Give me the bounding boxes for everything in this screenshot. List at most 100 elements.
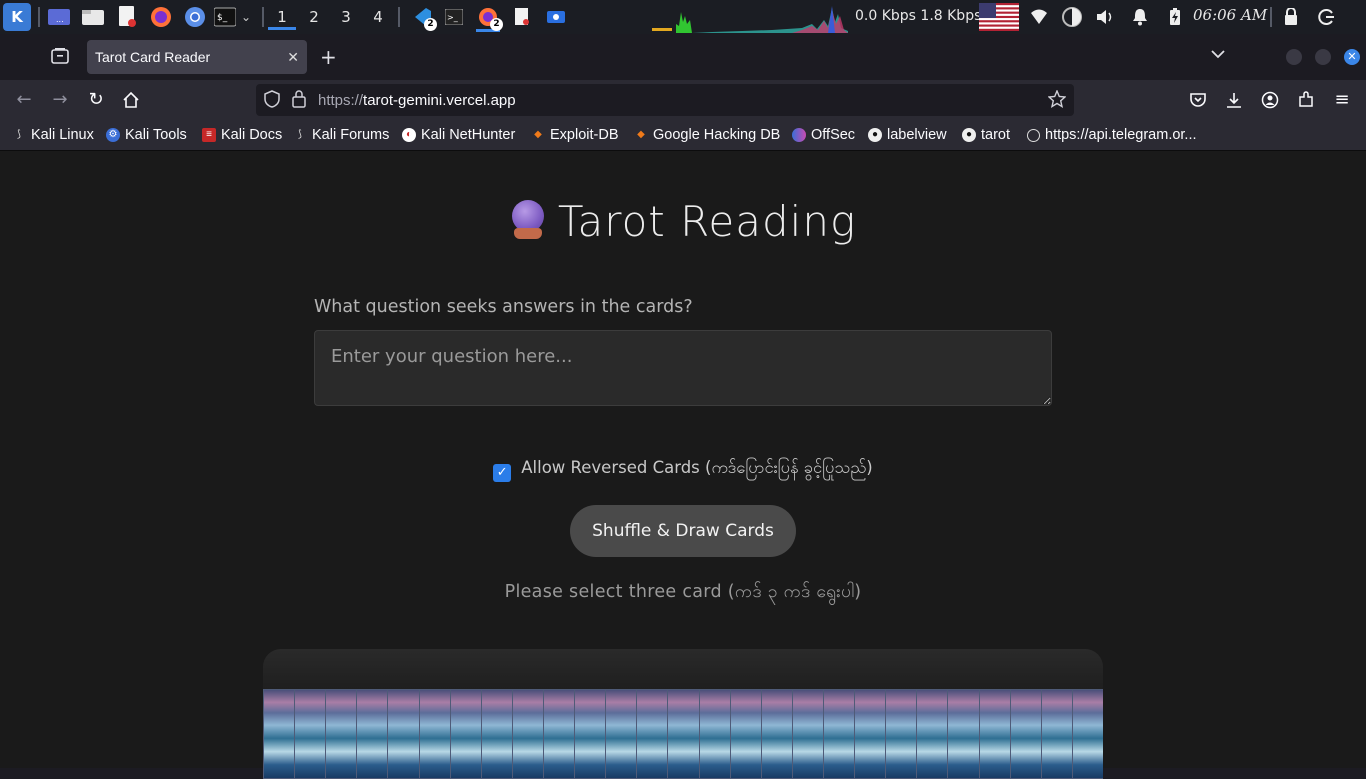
battery-charging-icon[interactable] [1163, 5, 1187, 29]
extensions-puzzle-icon[interactable] [1294, 88, 1318, 112]
workspace-1[interactable]: 1 [268, 6, 296, 30]
new-tab-plus-icon[interactable]: + [320, 45, 337, 69]
editor-window-icon[interactable] [510, 5, 534, 29]
close-window-button[interactable]: ✕ [1344, 49, 1360, 65]
file-manager-icon[interactable] [81, 5, 105, 29]
tarot-card-back[interactable] [667, 689, 702, 779]
terminal-icon[interactable]: $_ [213, 5, 237, 29]
vscode-badge: 2 [424, 18, 437, 31]
minimize-window-button[interactable] [1286, 49, 1302, 65]
bookmark-kali-docs[interactable]: ≡ Kali Docs [202, 127, 282, 143]
kali-dragon-icon: ⟆ [298, 129, 302, 140]
bookmark-kali-nethunter[interactable]: ◐ Kali NetHunter [402, 127, 515, 143]
bookmark-labelview[interactable]: ● labelview [868, 127, 947, 143]
desktop-icon[interactable]: ... [47, 5, 71, 29]
tarot-card-back[interactable] [885, 689, 920, 779]
list-all-tabs-chevron-icon[interactable] [1210, 46, 1226, 66]
tarot-card-back[interactable] [947, 689, 982, 779]
bookmark-google-hacking-db[interactable]: ◆ Google Hacking DB [634, 127, 780, 143]
tarot-card-back[interactable] [791, 689, 826, 779]
tarot-card-back[interactable] [698, 689, 733, 779]
tarot-card-back[interactable] [916, 689, 951, 779]
brightness-icon[interactable] [1060, 5, 1084, 29]
tarot-card-back[interactable] [636, 689, 671, 779]
chevron-down-icon[interactable]: ⌄ [238, 5, 254, 29]
tarot-card-back[interactable] [480, 689, 515, 779]
reversed-cards-checkbox[interactable]: ✓ [493, 464, 512, 482]
tarot-card-back[interactable] [418, 689, 453, 779]
tarot-card-back[interactable] [760, 689, 795, 779]
tarot-card-back[interactable] [1040, 689, 1075, 779]
bookmark-offsec[interactable]: OffSec [792, 127, 855, 143]
close-tab-icon[interactable]: ✕ [287, 40, 299, 74]
reversed-cards-option[interactable]: ✓ Allow Reversed Cards (ကဒ်ပြောင်းပြန် ခွ… [0, 458, 1366, 482]
maximize-window-button[interactable] [1315, 49, 1331, 65]
tarot-card-back[interactable] [387, 689, 422, 779]
bookmarks-toolbar: ⟆ Kali Linux ⚙ Kali Tools ≡ Kali Docs ⟆ Kali… [0, 120, 1366, 151]
firefox-view-icon[interactable] [51, 47, 69, 70]
workspace-4[interactable]: 4 [364, 6, 392, 30]
vscode-window-icon[interactable]: 2 [410, 5, 437, 31]
reversed-cards-label[interactable]: Allow Reversed Cards (ကဒ်ပြောင်းပြန် ခွင… [521, 458, 872, 477]
tarot-card-back[interactable] [263, 689, 297, 779]
bookmark-kali-linux[interactable]: ⟆ Kali Linux [12, 127, 94, 143]
tracking-shield-icon[interactable] [264, 90, 280, 112]
shuffle-draw-button[interactable]: Shuffle & Draw Cards [570, 505, 796, 557]
bookmark-label: https://api.telegram.or... [1045, 127, 1197, 143]
question-input[interactable] [314, 330, 1052, 406]
tarot-card-back[interactable] [325, 689, 360, 779]
bookmark-exploit-db[interactable]: ◆ Exploit-DB [531, 127, 618, 143]
bookmark-label: Kali Docs [221, 127, 283, 143]
bookmark-tarot[interactable]: ● tarot [962, 127, 1010, 143]
hamburger-menu-icon[interactable]: ≡ [1330, 88, 1354, 112]
bookmark-kali-forums[interactable]: ⟆ Kali Forums [293, 127, 389, 143]
workspace-3[interactable]: 3 [332, 6, 360, 30]
github-icon: ● [962, 128, 976, 142]
clock[interactable]: 06:06 AM [1193, 6, 1267, 24]
kali-menu-icon[interactable]: K [3, 3, 31, 31]
tarot-card-back[interactable] [854, 689, 889, 779]
us-flag-icon[interactable] [979, 3, 1019, 31]
downloads-icon[interactable] [1222, 88, 1246, 112]
bookmark-telegram-api[interactable]: https://api.telegram.or... [1027, 127, 1197, 143]
workspace-2[interactable]: 2 [300, 6, 328, 30]
forward-arrow-icon[interactable]: → [48, 88, 72, 112]
tarot-card-back[interactable] [1009, 689, 1044, 779]
bookmark-kali-tools[interactable]: ⚙ Kali Tools [106, 127, 187, 143]
url-text[interactable]: https://tarot-gemini.vercel.app [318, 92, 516, 109]
wifi-icon[interactable] [1027, 5, 1051, 29]
tarot-card-back[interactable] [356, 689, 391, 779]
tarot-card-back[interactable] [605, 689, 640, 779]
tarot-card-back[interactable] [543, 689, 577, 779]
tarot-card-back[interactable] [294, 689, 329, 779]
lock-screen-icon[interactable] [1279, 5, 1303, 29]
tarot-card-back[interactable] [574, 689, 609, 779]
tarot-card-back[interactable] [823, 689, 857, 779]
firefox-icon[interactable] [149, 5, 173, 29]
reload-icon[interactable]: ↻ [84, 88, 108, 112]
volume-icon[interactable] [1094, 5, 1118, 29]
back-arrow-icon[interactable]: ← [12, 88, 36, 112]
screenshot-window-icon[interactable] [544, 5, 568, 29]
tarot-card-back[interactable] [449, 689, 484, 779]
notifications-bell-icon[interactable] [1128, 5, 1152, 29]
tarot-card-back[interactable] [511, 689, 546, 779]
panel-separator [38, 7, 40, 27]
logout-icon[interactable] [1314, 5, 1338, 29]
terminal-window-icon[interactable]: >_ [442, 5, 466, 29]
home-icon[interactable] [119, 88, 143, 112]
padlock-icon[interactable] [292, 90, 306, 112]
url-bar[interactable]: https://tarot-gemini.vercel.app [256, 84, 1074, 116]
tarot-card-back[interactable] [729, 689, 764, 779]
tarot-card-back[interactable] [1071, 689, 1103, 779]
tab-tarot-card-reader[interactable]: Tarot Card Reader ✕ [87, 40, 307, 74]
firefox-window-icon[interactable]: 2 [476, 5, 503, 32]
account-icon[interactable] [1258, 88, 1282, 112]
text-editor-icon[interactable] [115, 5, 139, 29]
tarot-page: Tarot Reading What question seeks answer… [0, 151, 1366, 779]
pocket-icon[interactable] [1186, 88, 1210, 112]
bookmark-star-icon[interactable] [1047, 89, 1067, 112]
chromium-icon[interactable] [183, 5, 207, 29]
select-cards-message: Please select three card (ကဒ် ၃ ကဒ် ရွေး… [504, 582, 862, 602]
tarot-card-back[interactable] [978, 689, 1013, 779]
